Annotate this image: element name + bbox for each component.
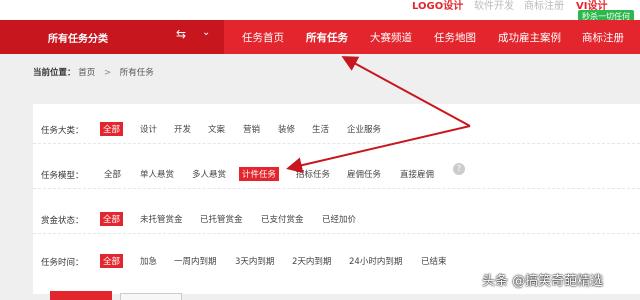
filter-option-selected[interactable]: 全部 bbox=[100, 212, 124, 226]
breadcrumb: 当前位置： 首页 > 所有任务 bbox=[33, 66, 154, 78]
category-menu[interactable]: 所有任务分类 ⇆ ⌄ bbox=[0, 20, 224, 54]
nav-item-trademark[interactable]: 商标注册 bbox=[582, 30, 624, 45]
filter-label: 赏金状态： bbox=[41, 216, 84, 226]
breadcrumb-current: 所有任务 bbox=[119, 68, 154, 78]
filter-option-selected[interactable]: 全部 bbox=[100, 122, 124, 136]
filter-option[interactable]: 已托管赏金 bbox=[197, 212, 246, 226]
trademark-link[interactable]: 商标注册 bbox=[524, 0, 564, 12]
help-icon[interactable]: ? bbox=[453, 163, 465, 175]
filter-option[interactable]: 开发 bbox=[171, 122, 194, 136]
chevron-down-icon[interactable]: ⌄ bbox=[202, 27, 210, 38]
filter-option[interactable]: 已结束 bbox=[418, 254, 450, 268]
filter-option[interactable]: 装修 bbox=[275, 122, 298, 136]
filter-panel: 任务大类： 全部 设计 开发 文案 营销 装修 生活 企业服务 任务模型： 全部… bbox=[33, 104, 640, 294]
filter-option[interactable]: 未托管赏金 bbox=[137, 212, 186, 226]
filter-label: 任务大类： bbox=[41, 126, 84, 136]
watermark: 头条 @搞笑奇葩精选 bbox=[482, 274, 604, 289]
publish-task-button[interactable] bbox=[50, 291, 112, 300]
filter-option[interactable]: 多人悬赏 bbox=[189, 167, 229, 181]
main-nav: 所有任务分类 ⇆ ⌄ 任务首页 所有任务 大赛频道 任务地图 成功雇主案例 商标… bbox=[0, 20, 640, 54]
filter-option[interactable]: 设计 bbox=[137, 122, 160, 136]
filter-option[interactable]: 雇佣任务 bbox=[344, 167, 384, 181]
filter-option[interactable]: 企业服务 bbox=[344, 122, 384, 136]
top-links-bar: LOGO设计 软件开发 商标注册 VI设计 秒杀一切任何 bbox=[0, 0, 640, 23]
secondary-button[interactable] bbox=[120, 293, 182, 300]
filter-option[interactable]: 一周内到期 bbox=[171, 254, 220, 268]
filter-option[interactable]: 2天内到期 bbox=[289, 254, 334, 268]
filter-label: 任务时间： bbox=[41, 258, 84, 268]
filter-label: 任务模型： bbox=[41, 171, 84, 181]
nav-item-contest[interactable]: 大赛频道 bbox=[370, 30, 412, 45]
nav-item-task-map[interactable]: 任务地图 bbox=[434, 30, 476, 45]
filter-option[interactable]: 单人悬赏 bbox=[137, 167, 177, 181]
breadcrumb-separator: > bbox=[103, 68, 112, 78]
filter-option[interactable]: 直接雇佣 bbox=[397, 167, 437, 181]
filter-option[interactable]: 24小时内到期 bbox=[346, 254, 405, 268]
filter-option[interactable]: 营销 bbox=[240, 122, 263, 136]
swap-icon[interactable]: ⇆ bbox=[176, 27, 186, 41]
filter-option[interactable]: 全部 bbox=[101, 167, 124, 181]
filter-option[interactable]: 已支付赏金 bbox=[258, 212, 307, 226]
filter-row-bounty-status: 赏金状态： 全部 未托管赏金 已托管赏金 已支付赏金 已经加价 bbox=[33, 194, 640, 234]
logo-design-link[interactable]: LOGO设计 bbox=[412, 0, 463, 12]
software-dev-link[interactable]: 软件开发 bbox=[474, 0, 514, 12]
breadcrumb-home[interactable]: 首页 bbox=[78, 68, 95, 78]
filter-option-selected[interactable]: 全部 bbox=[100, 254, 124, 268]
filter-option[interactable]: 生活 bbox=[309, 122, 332, 136]
filter-option-selected[interactable]: 计件任务 bbox=[239, 167, 280, 181]
breadcrumb-prefix: 当前位置： bbox=[33, 68, 76, 78]
filter-option[interactable]: 招标任务 bbox=[293, 167, 333, 181]
filter-option[interactable]: 已经加价 bbox=[319, 212, 359, 226]
nav-item-all-tasks[interactable]: 所有任务 bbox=[306, 30, 348, 45]
filter-row-model: 任务模型： 全部 单人悬赏 多人悬赏 计件任务 招标任务 雇佣任务 直接雇佣 bbox=[33, 149, 640, 189]
filter-row-category: 任务大类： 全部 设计 开发 文案 营销 装修 生活 企业服务 bbox=[33, 104, 640, 144]
filter-option[interactable]: 文案 bbox=[205, 122, 228, 136]
nav-item-task-home[interactable]: 任务首页 bbox=[242, 30, 284, 45]
filter-option[interactable]: 3天内到期 bbox=[232, 254, 277, 268]
category-label: 所有任务分类 bbox=[48, 34, 108, 45]
filter-option[interactable]: 加急 bbox=[137, 254, 160, 268]
nav-item-success-cases[interactable]: 成功雇主案例 bbox=[498, 30, 561, 45]
